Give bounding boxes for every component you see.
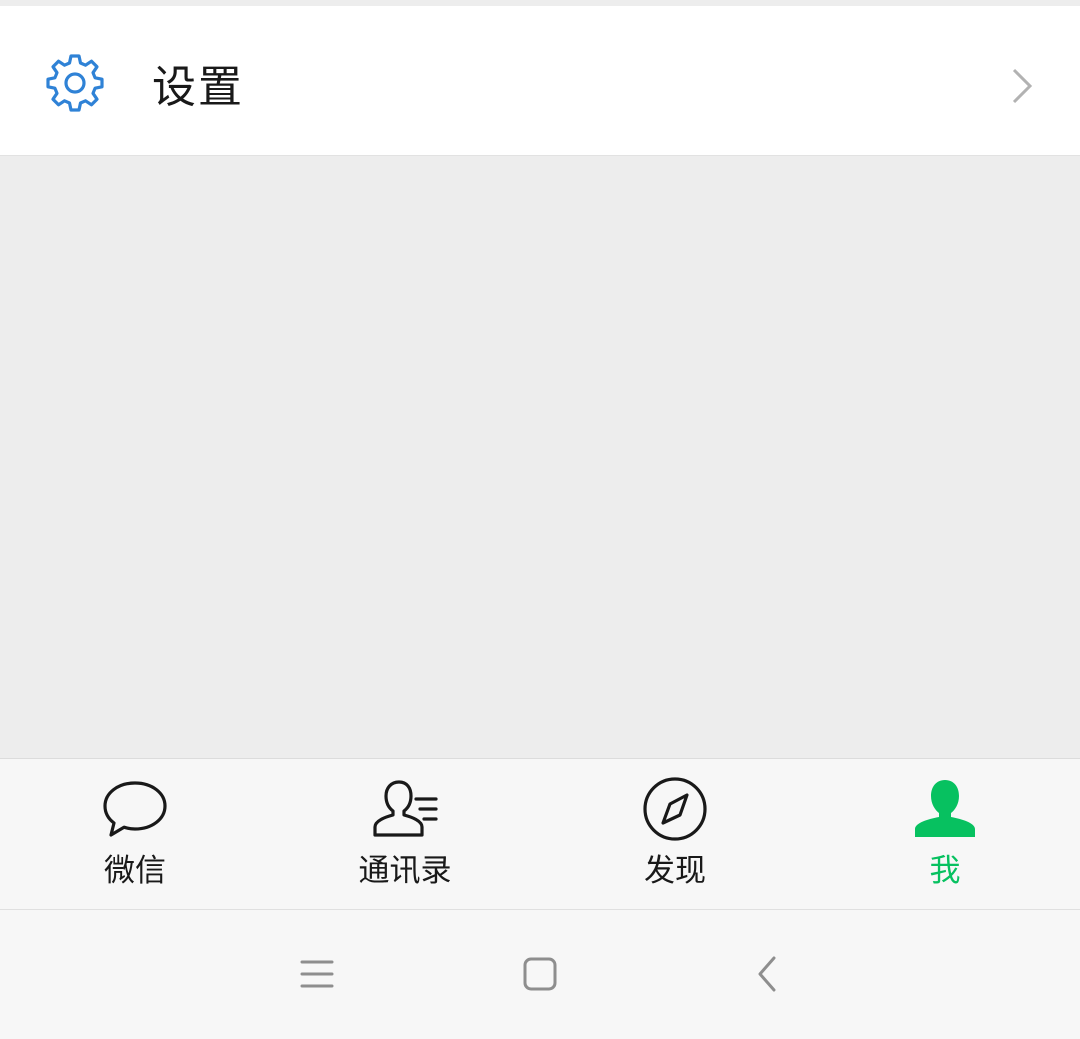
tab-contacts[interactable]: 通讯录 xyxy=(270,759,540,909)
chevron-right-icon xyxy=(1012,68,1033,104)
chat-bubble-icon xyxy=(103,781,167,837)
tab-bar: 微信 通讯录 发现 我 xyxy=(0,758,1080,910)
tab-me[interactable]: 我 xyxy=(810,759,1080,909)
empty-content-area xyxy=(0,157,1080,758)
back-icon[interactable] xyxy=(750,954,784,994)
settings-row[interactable]: 设置 xyxy=(0,6,1080,156)
compass-icon xyxy=(643,777,707,841)
gear-icon xyxy=(46,54,104,112)
tab-label-me: 我 xyxy=(929,853,961,889)
menu-icon[interactable] xyxy=(298,956,336,992)
tab-discover[interactable]: 发现 xyxy=(540,759,810,909)
settings-label: 设置 xyxy=(152,62,244,113)
person-icon xyxy=(915,780,975,837)
home-square-icon[interactable] xyxy=(521,956,559,992)
tab-wechat[interactable]: 微信 xyxy=(0,759,270,909)
tab-label-contacts: 通讯录 xyxy=(358,853,452,889)
tab-label-wechat: 微信 xyxy=(104,853,166,889)
tab-label-discover: 发现 xyxy=(644,853,706,889)
contacts-icon xyxy=(373,780,438,837)
system-navigation-bar xyxy=(0,910,1080,1039)
